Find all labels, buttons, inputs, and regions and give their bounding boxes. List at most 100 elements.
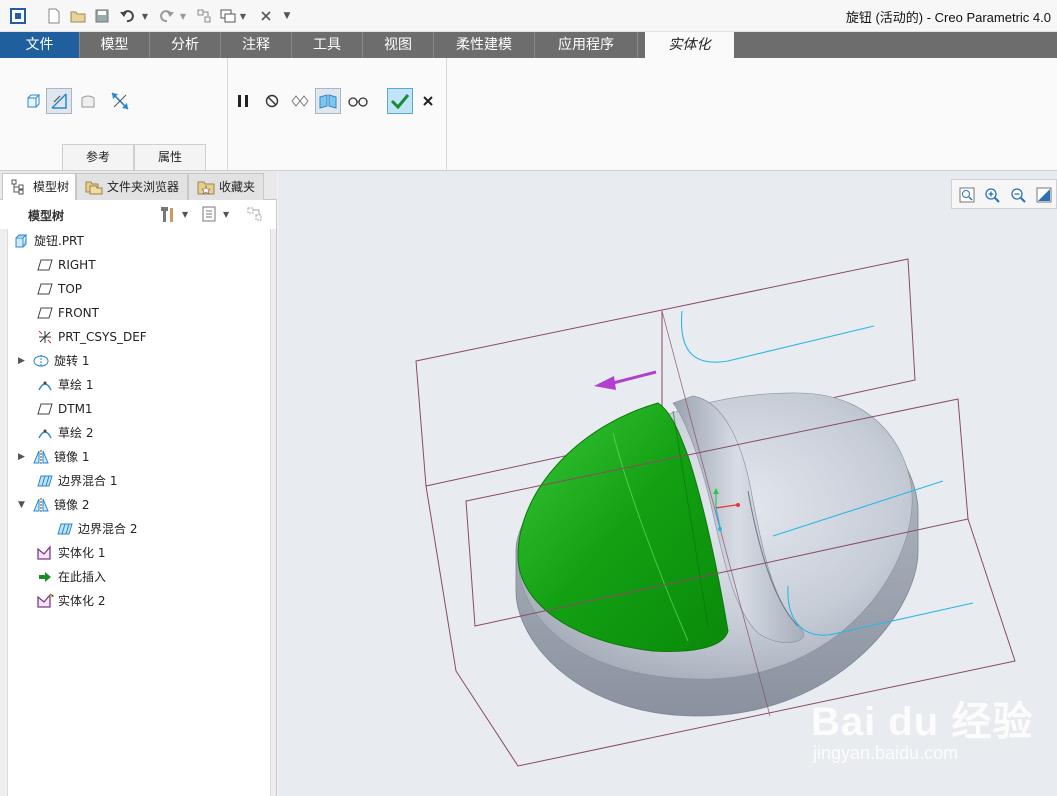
ribbon-separator: [446, 58, 447, 170]
windows-dropdown-icon[interactable]: ▼: [238, 6, 248, 26]
tree-item-part[interactable]: 旋钮.PRT: [12, 229, 84, 253]
show-tree-columns-icon[interactable]: [246, 205, 266, 223]
tab-file[interactable]: 文件: [0, 32, 80, 58]
tree-item-label: 边界混合 1: [58, 474, 118, 488]
tab-analysis[interactable]: 分析: [150, 32, 221, 58]
ok-checkmark-icon[interactable]: [387, 88, 413, 114]
model-tree-header: 模型树 ▼ ▼: [0, 200, 277, 228]
tree-item-label: 实体化 2: [58, 594, 106, 608]
tree-item-revolve-1[interactable]: ▶ 旋转 1: [18, 349, 89, 373]
tree-item-mirror-1[interactable]: ▶ 镜像 1: [18, 445, 89, 469]
ribbon-separator: [227, 58, 228, 170]
windows-icon[interactable]: [218, 6, 238, 26]
tree-item-insert-here[interactable]: 在此插入: [22, 565, 106, 589]
app-logo-icon[interactable]: [8, 6, 28, 26]
tab-view[interactable]: 视图: [363, 32, 434, 58]
customize-toolbar-icon[interactable]: ▼: [280, 6, 294, 26]
tab-favorites-label: 收藏夹: [219, 180, 256, 194]
tree-item-label: 镜像 2: [54, 498, 90, 512]
solidify-icon: [36, 593, 54, 609]
feature-preview-icon[interactable]: [315, 88, 341, 114]
tree-item-mirror-2[interactable]: ▼ 镜像 2: [18, 493, 89, 517]
ribbon-tab-bar: 文件 模型 分析 注释 工具 视图 柔性建模 应用程序 实体化: [0, 32, 1057, 58]
coordinate-system-icon: [36, 329, 54, 345]
tree-item-label: 旋转 1: [54, 354, 90, 368]
solidify-icon: [36, 545, 54, 561]
tab-model-tree[interactable]: 模型树: [2, 173, 76, 200]
references-tab[interactable]: 参考: [62, 144, 134, 170]
model-tree-title: 模型树: [28, 209, 65, 223]
tree-tools-icon[interactable]: ▼: [158, 205, 188, 223]
replace-surface-icon[interactable]: [75, 88, 101, 114]
tree-item-label: 实体化 1: [58, 546, 106, 560]
undo-dropdown-icon[interactable]: ▼: [140, 6, 150, 26]
remove-material-icon[interactable]: [46, 88, 72, 114]
tree-item-label: 镜像 1: [54, 450, 90, 464]
tab-solidify[interactable]: 实体化: [645, 32, 734, 58]
open-folder-icon[interactable]: [68, 6, 88, 26]
window-title: 旋钮 (活动的) - Creo Parametric 4.0: [845, 10, 1051, 25]
tree-item-solidify-2[interactable]: 实体化 2: [22, 589, 105, 613]
tree-item-top[interactable]: TOP: [22, 277, 82, 301]
datum-plane-icon: [36, 257, 54, 273]
tree-item-right[interactable]: RIGHT: [22, 253, 96, 277]
no-preview-icon[interactable]: [259, 88, 285, 114]
redo-dropdown-icon[interactable]: ▼: [178, 6, 188, 26]
solid-option-icon[interactable]: [20, 88, 46, 114]
tree-item-label: TOP: [58, 282, 83, 296]
repaint-icon[interactable]: [1035, 186, 1053, 204]
tree-item-sketch-1[interactable]: 草绘 1: [22, 373, 93, 397]
tree-item-sketch-2[interactable]: 草绘 2: [22, 421, 93, 445]
tree-item-boundary-blend-1[interactable]: 边界混合 1: [22, 469, 117, 493]
tab-model[interactable]: 模型: [80, 32, 150, 58]
new-file-icon[interactable]: [44, 6, 64, 26]
boundary-blend-icon: [36, 473, 54, 489]
mirror-icon: [32, 497, 50, 513]
expand-arrow-icon[interactable]: ▶: [18, 349, 30, 373]
sketch-icon: [36, 425, 54, 441]
graphics-window[interactable]: Bai du 经验 jingyan.baidu.com: [278, 171, 1057, 796]
tree-item-boundary-blend-2[interactable]: 边界混合 2: [42, 517, 137, 541]
properties-tab[interactable]: 属性: [134, 144, 206, 170]
collapse-arrow-icon[interactable]: ▼: [18, 493, 30, 517]
tree-item-csys[interactable]: PRT_CSYS_DEF: [22, 325, 147, 349]
tab-favorites[interactable]: 收藏夹: [188, 173, 264, 200]
refit-icon[interactable]: [958, 186, 976, 204]
tree-item-dtm1[interactable]: DTM1: [22, 397, 93, 421]
direction-arrow-icon[interactable]: [594, 370, 657, 390]
regenerate-icon[interactable]: [194, 6, 214, 26]
pause-icon[interactable]: [230, 88, 256, 114]
tree-scrollbar[interactable]: [270, 229, 276, 796]
watermark-url: jingyan.baidu.com: [813, 743, 959, 763]
tree-item-solidify-1[interactable]: 实体化 1: [22, 541, 105, 565]
tree-item-label: 草绘 1: [58, 378, 94, 392]
redo-icon[interactable]: [156, 6, 176, 26]
revolve-icon: [32, 353, 50, 369]
tree-settings-icon[interactable]: ▼: [201, 205, 229, 223]
save-icon[interactable]: [92, 6, 112, 26]
watermark-brand: Bai du 经验: [811, 700, 1034, 744]
check-mode-icon[interactable]: [287, 88, 313, 114]
flip-direction-icon[interactable]: [107, 88, 133, 114]
tree-item-label: RIGHT: [58, 258, 96, 272]
tab-applications[interactable]: 应用程序: [535, 32, 638, 58]
tab-annotate[interactable]: 注释: [221, 32, 292, 58]
tab-flexible-modeling[interactable]: 柔性建模: [434, 32, 535, 58]
tree-item-label: PRT_CSYS_DEF: [58, 330, 147, 344]
tab-folder-browser-label: 文件夹浏览器: [107, 180, 180, 194]
verify-glasses-icon[interactable]: [345, 88, 371, 114]
zoom-out-icon[interactable]: [1009, 186, 1027, 204]
tree-item-label: 边界混合 2: [78, 522, 138, 536]
mirror-icon: [32, 449, 50, 465]
datum-plane-icon: [36, 305, 54, 321]
cancel-x-icon[interactable]: [415, 88, 441, 114]
datum-plane-icon: [36, 401, 54, 417]
expand-arrow-icon[interactable]: ▶: [18, 445, 30, 469]
datum-plane-icon: [36, 281, 54, 297]
zoom-in-icon[interactable]: [983, 186, 1001, 204]
tab-folder-browser[interactable]: 文件夹浏览器: [76, 173, 188, 200]
undo-icon[interactable]: [118, 6, 138, 26]
close-window-icon[interactable]: [256, 6, 276, 26]
tab-tools[interactable]: 工具: [292, 32, 363, 58]
tree-item-front[interactable]: FRONT: [22, 301, 99, 325]
